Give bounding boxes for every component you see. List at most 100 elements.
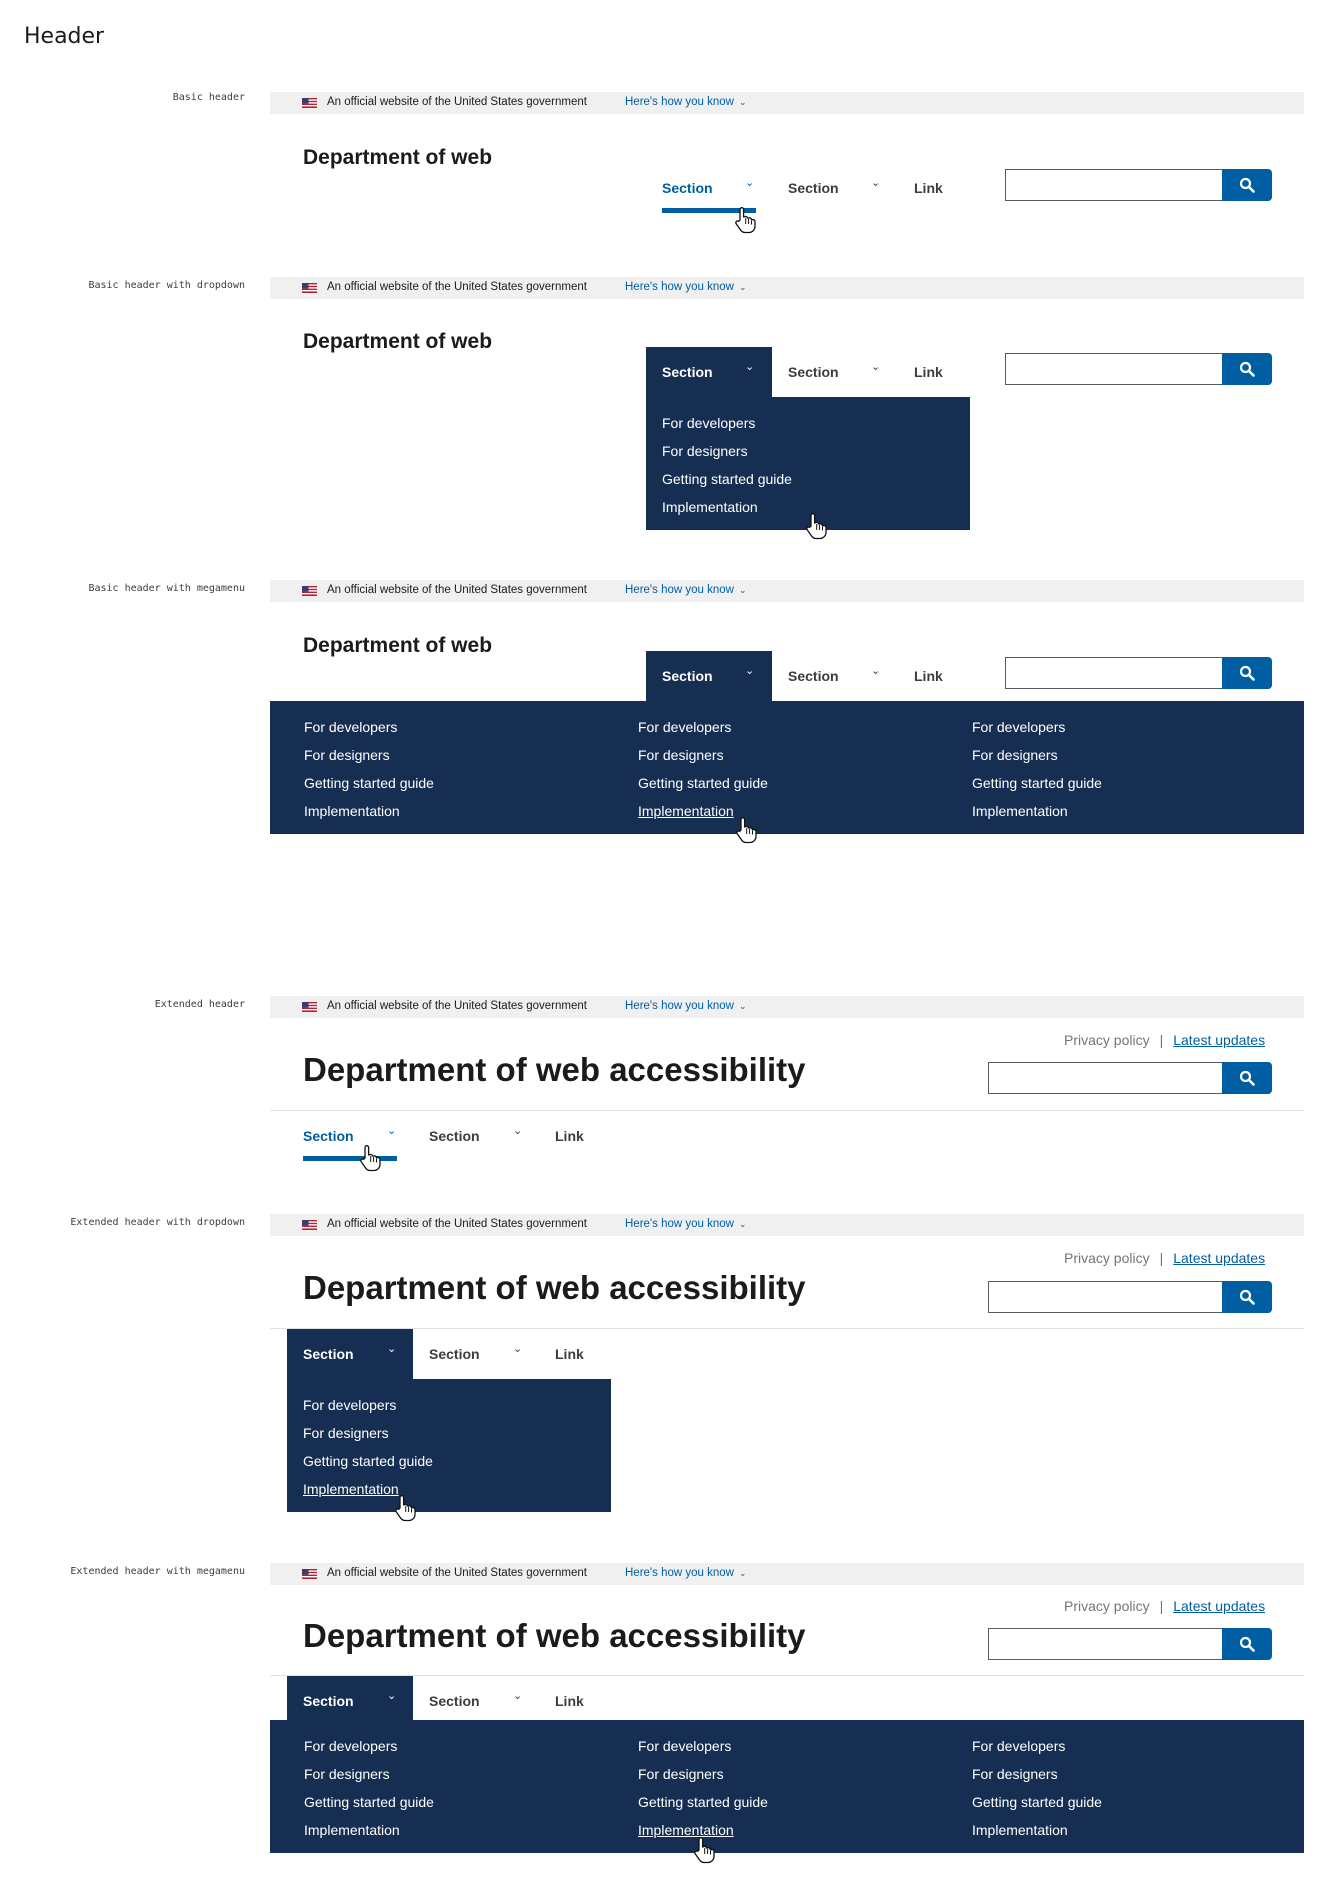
chevron-down-icon: ⌄ [513, 1690, 523, 1702]
chevron-down-icon: ⌄ [387, 1343, 397, 1355]
site-title[interactable]: Department of web accessibility [303, 1051, 806, 1089]
secondary-links: Privacy policy | Latest updates [1064, 1032, 1265, 1048]
secondary-links: Privacy policy | Latest updates [1064, 1250, 1265, 1266]
nav-section-1[interactable]: Section ⌄ [287, 1676, 413, 1726]
menu-item-implementation[interactable]: Implementation [662, 499, 758, 515]
menu-item-designers[interactable]: For designers [662, 443, 748, 459]
menu-item-designers[interactable]: For designers [972, 1766, 1058, 1782]
chevron-down-icon: ⌄ [745, 177, 755, 189]
nav-section-1[interactable]: Section ⌄ [646, 347, 772, 397]
heres-how-you-know-button[interactable]: Here's how you know ⌄ [625, 281, 747, 293]
nav-section-1[interactable]: Section ⌄ [287, 1329, 413, 1379]
menu-item-designers[interactable]: For designers [304, 1766, 390, 1782]
search-button[interactable] [1222, 169, 1272, 201]
search-input[interactable] [1005, 657, 1223, 689]
nav-link[interactable]: Link [555, 1329, 595, 1379]
search-button[interactable] [1222, 1062, 1272, 1094]
page-title: Header [24, 24, 105, 49]
heres-how-you-know-button[interactable]: Here's how you know ⌄ [625, 584, 747, 596]
heres-how-you-know-button[interactable]: Here's how you know ⌄ [625, 96, 747, 108]
nav-section-2[interactable]: Section ⌄ [429, 1329, 523, 1379]
nav-section-2[interactable]: Section ⌄ [788, 651, 882, 701]
nav-section-1[interactable]: Section ⌄ [303, 1111, 397, 1161]
menu-item-getting-started[interactable]: Getting started guide [662, 471, 792, 487]
variant-label-basic: Basic header [172, 92, 245, 103]
us-flag-icon [302, 586, 317, 596]
variant-label-extended-dropdown: Extended header with dropdown [70, 1217, 245, 1228]
menu-item-developers[interactable]: For developers [638, 1738, 731, 1754]
nav-section-2[interactable]: Section ⌄ [429, 1111, 523, 1161]
nav-link[interactable]: Link [914, 347, 954, 397]
search-input[interactable] [1005, 353, 1223, 385]
menu-item-implementation[interactable]: Implementation [972, 1822, 1068, 1838]
hand-cursor-icon [806, 513, 827, 540]
site-title[interactable]: Department of web [303, 330, 492, 354]
search-button[interactable] [1222, 353, 1272, 385]
nav-section-2[interactable]: Section ⌄ [788, 163, 882, 213]
site-title[interactable]: Department of web accessibility [303, 1617, 806, 1655]
privacy-policy-link[interactable]: Privacy policy [1064, 1598, 1150, 1614]
banner-official-text: An official website of the United States… [327, 1218, 587, 1230]
menu-item-designers[interactable]: For designers [972, 747, 1058, 763]
menu-item-designers[interactable]: For designers [304, 747, 390, 763]
search-button[interactable] [1222, 1628, 1272, 1660]
secondary-links: Privacy policy | Latest updates [1064, 1598, 1265, 1614]
menu-item-implementation[interactable]: Implementation [638, 1822, 734, 1838]
menu-item-implementation[interactable]: Implementation [304, 803, 400, 819]
chevron-down-icon: ⌄ [387, 1690, 397, 1702]
menu-item-designers[interactable]: For designers [638, 1766, 724, 1782]
megamenu: For developers For designers Getting sta… [270, 701, 1304, 834]
heres-how-you-know-button[interactable]: Here's how you know ⌄ [625, 1567, 747, 1579]
menu-item-getting-started[interactable]: Getting started guide [304, 775, 434, 791]
nav-link[interactable]: Link [555, 1676, 595, 1726]
latest-updates-link[interactable]: Latest updates [1173, 1598, 1265, 1614]
menu-item-implementation[interactable]: Implementation [638, 803, 734, 819]
heres-how-you-know-button[interactable]: Here's how you know ⌄ [625, 1000, 747, 1012]
search-input[interactable] [1005, 169, 1223, 201]
search-input[interactable] [988, 1062, 1223, 1094]
latest-updates-link[interactable]: Latest updates [1173, 1032, 1265, 1048]
nav-link[interactable]: Link [555, 1111, 595, 1161]
menu-item-designers[interactable]: For designers [303, 1425, 389, 1441]
menu-item-developers[interactable]: For developers [303, 1397, 396, 1413]
latest-updates-link[interactable]: Latest updates [1173, 1250, 1265, 1266]
heres-how-you-know-button[interactable]: Here's how you know ⌄ [625, 1218, 747, 1230]
menu-item-getting-started[interactable]: Getting started guide [638, 775, 768, 791]
menu-item-designers[interactable]: For designers [638, 747, 724, 763]
menu-item-implementation[interactable]: Implementation [303, 1481, 399, 1497]
nav-link[interactable]: Link [914, 651, 954, 701]
gov-banner: An official website of the United States… [270, 92, 1304, 114]
menu-item-implementation[interactable]: Implementation [304, 1822, 400, 1838]
menu-item-getting-started[interactable]: Getting started guide [304, 1794, 434, 1810]
chevron-down-icon: ⌄ [513, 1125, 523, 1137]
us-flag-icon [302, 1220, 317, 1230]
nav-dropdown: For developers For designers Getting sta… [287, 1379, 611, 1512]
us-flag-icon [302, 98, 317, 108]
menu-item-developers[interactable]: For developers [972, 1738, 1065, 1754]
nav-section-2[interactable]: Section ⌄ [429, 1676, 523, 1726]
nav-link[interactable]: Link [914, 163, 954, 213]
site-title[interactable]: Department of web accessibility [303, 1269, 806, 1307]
menu-item-implementation[interactable]: Implementation [972, 803, 1068, 819]
nav-divider [270, 1675, 1304, 1676]
nav-section-2[interactable]: Section ⌄ [788, 347, 882, 397]
search-input[interactable] [988, 1628, 1223, 1660]
site-title[interactable]: Department of web [303, 634, 492, 658]
menu-item-getting-started[interactable]: Getting started guide [303, 1453, 433, 1469]
menu-item-getting-started[interactable]: Getting started guide [972, 1794, 1102, 1810]
search-input[interactable] [988, 1281, 1223, 1313]
menu-item-developers[interactable]: For developers [972, 719, 1065, 735]
menu-item-getting-started[interactable]: Getting started guide [638, 1794, 768, 1810]
menu-item-getting-started[interactable]: Getting started guide [972, 775, 1102, 791]
privacy-policy-link[interactable]: Privacy policy [1064, 1250, 1150, 1266]
search-button[interactable] [1222, 1281, 1272, 1313]
menu-item-developers[interactable]: For developers [304, 1738, 397, 1754]
site-title[interactable]: Department of web [303, 146, 492, 170]
privacy-policy-link[interactable]: Privacy policy [1064, 1032, 1150, 1048]
search-button[interactable] [1222, 657, 1272, 689]
nav-section-1[interactable]: Section ⌄ [646, 651, 772, 701]
hand-cursor-icon [360, 1145, 381, 1172]
menu-item-developers[interactable]: For developers [638, 719, 731, 735]
menu-item-developers[interactable]: For developers [304, 719, 397, 735]
menu-item-developers[interactable]: For developers [662, 415, 755, 431]
